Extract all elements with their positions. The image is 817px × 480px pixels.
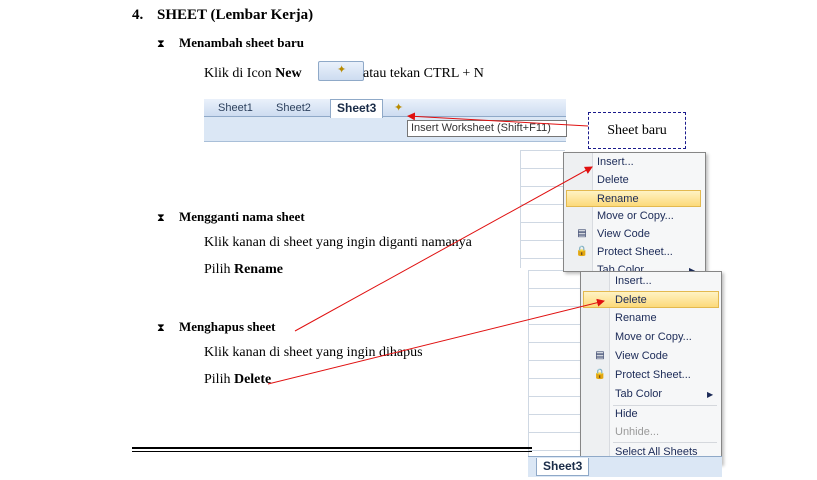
arrow-to-delete (267, 298, 605, 385)
annotation-arrows (267, 112, 605, 385)
arrow-to-insert-icon (407, 112, 589, 127)
arrow-to-rename (294, 166, 593, 332)
